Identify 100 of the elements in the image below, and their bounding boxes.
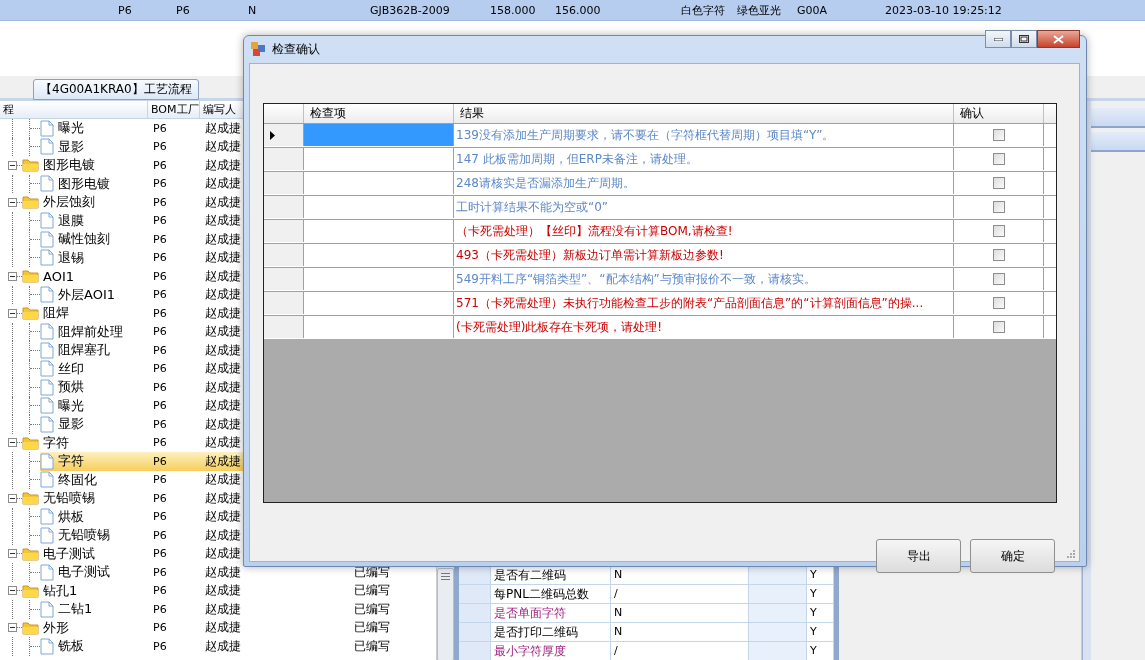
document-icon	[40, 286, 54, 304]
tree-row[interactable]: AOI1 P6 赵成捷	[0, 267, 436, 286]
tree-row[interactable]: 二钻1 P6 赵成捷 已编写	[0, 600, 436, 619]
tree-item-label: 显影	[58, 415, 84, 434]
table-cell-text: 赵成捷	[204, 193, 241, 211]
tree-row[interactable]: 退锡 P6 赵成捷	[0, 248, 436, 267]
tree-row[interactable]: 终固化 P6 赵成捷	[0, 470, 436, 489]
table-cell-text: 赵成捷	[204, 175, 241, 193]
tree-row[interactable]: 无铅喷锡 P6 赵成捷	[0, 489, 436, 508]
table-cell: Y	[807, 585, 834, 603]
confirm-checkbox[interactable]	[992, 129, 1005, 141]
close-button[interactable]	[1037, 30, 1080, 48]
confirm-checkbox[interactable]	[992, 273, 1005, 285]
tree-row[interactable]: 显影 P6 赵成捷	[0, 137, 436, 156]
collapse-icon[interactable]	[8, 438, 17, 448]
tree-item-label: 碱性蚀刻	[58, 230, 110, 249]
tree-item-label: 无铅喷锡	[43, 489, 95, 508]
confirm-checkbox[interactable]	[992, 153, 1005, 165]
tree-row[interactable]: 外层AOI1 P6 赵成捷	[0, 285, 436, 304]
tree-row[interactable]: 显影 P6 赵成捷	[0, 415, 436, 434]
property-name: 每PNL二维码总数	[491, 585, 611, 603]
tree-row[interactable]: 电子测试 P6 赵成捷 已编写	[0, 563, 436, 582]
document-icon	[40, 119, 54, 137]
tree-row[interactable]: 图形电镀 P6 赵成捷	[0, 156, 436, 175]
table-cell-text: 赵成捷	[204, 156, 241, 174]
confirm-checkbox[interactable]	[992, 321, 1005, 333]
collapse-icon[interactable]	[8, 493, 17, 503]
document-icon	[40, 138, 54, 156]
tree-row[interactable]: 字符 P6 赵成捷	[0, 433, 436, 452]
dialog-button[interactable]: 确定	[970, 539, 1055, 573]
table-cell-text: 赵成捷	[204, 619, 241, 637]
collapse-icon[interactable]	[8, 308, 17, 318]
collapse-icon[interactable]	[8, 586, 17, 596]
tree-row[interactable]: 碱性蚀刻 P6 赵成捷	[0, 230, 436, 249]
column-header: 检查项	[310, 106, 346, 120]
table-cell-text: 赵成捷	[204, 230, 241, 248]
tree-row[interactable]: 图形电镀 P6 赵成捷	[0, 174, 436, 193]
collapse-icon[interactable]	[8, 197, 17, 207]
document-icon	[40, 563, 54, 581]
tree-row[interactable]: 阻焊 P6 赵成捷	[0, 304, 436, 323]
confirm-checkbox[interactable]	[992, 225, 1005, 237]
tree-row[interactable]: 曝光 P6 赵成捷	[0, 119, 436, 138]
table-cell: P6	[176, 3, 190, 17]
tree-item-label: 外层AOI1	[58, 285, 115, 304]
result-text: 493（卡死需处理）新板边订单需计算新板边参数!	[454, 244, 954, 266]
table-cell-text: P6	[152, 325, 167, 339]
tree-row[interactable]: 外形 P6 赵成捷 已编写	[0, 618, 436, 637]
collapse-icon[interactable]	[8, 623, 17, 633]
table-cell-text: 赵成捷	[204, 341, 241, 359]
scrollbar-thumb[interactable]	[437, 568, 454, 660]
tree-item-label: 电子测试	[58, 563, 110, 582]
tree-row[interactable]: 预烘 P6 赵成捷	[0, 378, 436, 397]
result-text: （卡死需处理）【丝印】流程没有计算BOM,请检查!	[454, 220, 954, 242]
document-icon	[40, 360, 54, 378]
column-header: BOM工厂	[151, 103, 199, 116]
table-cell-text: 赵成捷	[204, 471, 241, 489]
confirm-checkbox[interactable]	[992, 177, 1005, 189]
document-icon	[40, 637, 54, 655]
table-cell-text: 赵成捷	[204, 323, 241, 341]
tree-item-label: 退膜	[58, 211, 84, 230]
table-cell-text: 已编写	[353, 563, 390, 581]
table-cell-text: 赵成捷	[204, 563, 241, 581]
dialog-button[interactable]: 导出	[876, 539, 961, 573]
table-cell-text: P6	[152, 362, 167, 376]
tree-row[interactable]: 外层蚀刻 P6 赵成捷	[0, 193, 436, 212]
document-icon	[40, 471, 54, 489]
tree-row[interactable]: 烘板 P6 赵成捷	[0, 507, 436, 526]
maximize-button[interactable]	[1011, 30, 1037, 48]
tree-row[interactable]: 电子测试 P6 赵成捷	[0, 544, 436, 563]
tree-row[interactable]: 丝印 P6 赵成捷	[0, 359, 436, 378]
confirm-checkbox[interactable]	[992, 201, 1005, 213]
tree-item-label: 图形电镀	[58, 174, 110, 193]
tree-row[interactable]: 铣板 P6 赵成捷 已编写	[0, 637, 436, 656]
document-icon	[40, 175, 54, 193]
tree-row[interactable]: 阻焊塞孔 P6 赵成捷	[0, 341, 436, 360]
column-header: 确认	[960, 106, 984, 120]
confirm-checkbox[interactable]	[992, 249, 1005, 261]
table-cell: GJB362B-2009	[370, 3, 450, 17]
table-cell-text: P6	[152, 547, 167, 561]
confirm-checkbox[interactable]	[992, 297, 1005, 309]
tree-row[interactable]: 阻焊前处理 P6 赵成捷	[0, 322, 436, 341]
row-header[interactable]	[264, 124, 304, 146]
tree-item-label: 字符	[43, 433, 69, 452]
collapse-icon[interactable]	[8, 160, 17, 170]
collapse-icon[interactable]	[8, 549, 17, 559]
tree-item-label: 阻焊前处理	[58, 322, 123, 341]
table-cell[interactable]	[304, 124, 454, 146]
tree-row[interactable]: 无铅喷锡 P6 赵成捷	[0, 526, 436, 545]
tree-row[interactable]: 曝光 P6 赵成捷	[0, 396, 436, 415]
table-cell-text: P6	[152, 639, 167, 653]
tree-item-label: 外形	[43, 618, 69, 637]
tree-row[interactable]: 退膜 P6 赵成捷	[0, 211, 436, 230]
collapse-icon[interactable]	[8, 271, 17, 281]
process-tab[interactable]: 【4G00A1KRA0】工艺流程	[33, 79, 199, 100]
folder-icon	[22, 435, 39, 450]
table-cell: 绿色亚光	[737, 3, 781, 17]
result-text: 147 此板需加周期，但ERP未备注，请处理。	[454, 148, 954, 170]
tree-row[interactable]: 钻孔1 P6 赵成捷 已编写	[0, 581, 436, 600]
result-text: 139没有添加生产周期要求，请不要在（字符框代替周期）项目填“Y”。	[454, 124, 954, 146]
table-cell: Y	[807, 604, 834, 622]
